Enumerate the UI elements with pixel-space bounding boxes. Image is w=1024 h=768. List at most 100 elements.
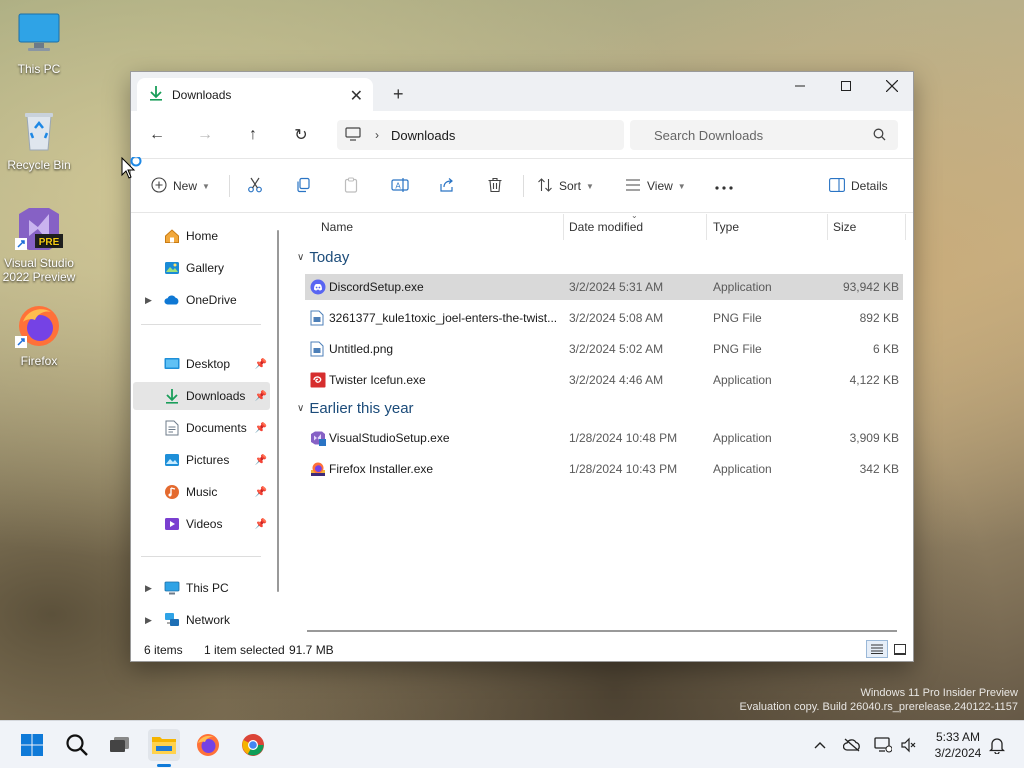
- tab-downloads[interactable]: Downloads ✕: [137, 78, 373, 111]
- nav-item-home[interactable]: Home: [133, 222, 270, 250]
- breadcrumb-downloads[interactable]: Downloads: [391, 128, 455, 143]
- task-view-button[interactable]: [103, 729, 135, 761]
- back-button[interactable]: ←: [146, 124, 168, 146]
- nav-item-network[interactable]: ▶ Network: [133, 606, 270, 634]
- file-row[interactable]: VisualStudioSetup.exe 1/28/2024 10:48 PM…: [305, 425, 903, 451]
- up-button[interactable]: ↑: [242, 124, 264, 146]
- nav-label: Videos: [186, 517, 223, 531]
- nav-item-pictures[interactable]: Pictures 📌: [133, 446, 270, 474]
- file-row[interactable]: DiscordSetup.exe 3/2/2024 5:31 AM Applic…: [305, 274, 903, 300]
- share-button[interactable]: [439, 171, 455, 201]
- column-divider[interactable]: [706, 214, 707, 240]
- chrome-taskbar-button[interactable]: [237, 729, 269, 761]
- minimize-button[interactable]: [777, 72, 823, 100]
- desktop-icon-firefox[interactable]: Firefox: [0, 302, 78, 368]
- desktop-icon-recycle-bin[interactable]: Recycle Bin: [0, 106, 78, 172]
- onedrive-tray-button[interactable]: [841, 735, 863, 755]
- nav-item-desktop[interactable]: Desktop 📌: [133, 350, 270, 378]
- chevron-right-icon[interactable]: ▶: [145, 583, 152, 594]
- column-header-size[interactable]: Size: [833, 214, 856, 240]
- download-arrow-icon: [164, 388, 180, 404]
- document-icon: [164, 420, 180, 436]
- nav-item-onedrive[interactable]: ▶ OneDrive: [133, 286, 270, 314]
- chevron-right-icon[interactable]: ▶: [145, 615, 152, 626]
- tiles-view-icon: [894, 643, 906, 655]
- column-divider[interactable]: [905, 214, 906, 240]
- watermark-line: Evaluation copy. Build 26040.rs_prerelea…: [739, 701, 1018, 713]
- nav-item-downloads[interactable]: Downloads 📌: [133, 382, 270, 410]
- nav-item-gallery[interactable]: Gallery: [133, 254, 270, 282]
- nav-item-music[interactable]: Music 📌: [133, 478, 270, 506]
- details-pane-button[interactable]: Details: [829, 171, 888, 201]
- column-label: Type: [713, 220, 740, 234]
- notifications-button[interactable]: [986, 735, 1008, 755]
- column-divider[interactable]: [563, 214, 564, 240]
- sort-arrows-icon: [537, 177, 553, 196]
- show-hidden-icons-button[interactable]: [809, 735, 831, 755]
- column-divider[interactable]: [827, 214, 828, 240]
- file-date: 1/28/2024 10:43 PM: [569, 462, 678, 476]
- firefox-installer-icon: [310, 461, 326, 477]
- clock[interactable]: 5:33 AM 3/2/2024: [928, 729, 988, 761]
- column-header-name[interactable]: Name: [321, 214, 353, 240]
- file-row[interactable]: Twister Icefun.exe 3/2/2024 4:46 AM Appl…: [305, 367, 903, 393]
- nav-item-documents[interactable]: Documents 📌: [133, 414, 270, 442]
- nav-item-videos[interactable]: Videos 📌: [133, 510, 270, 538]
- rename-button[interactable]: A: [391, 171, 409, 201]
- maximize-button[interactable]: [823, 72, 869, 100]
- cut-button[interactable]: [247, 171, 263, 201]
- pin-icon[interactable]: 📌: [255, 487, 267, 498]
- chevron-right-icon[interactable]: ▶: [145, 295, 152, 306]
- file-date: 3/2/2024 5:02 AM: [569, 342, 664, 356]
- volume-tray-button[interactable]: [898, 735, 920, 755]
- monitor-icon: [345, 126, 361, 144]
- copy-button[interactable]: [295, 171, 311, 201]
- network-tray-button[interactable]: [872, 735, 894, 755]
- file-size: 892 KB: [859, 311, 899, 325]
- close-tab-icon[interactable]: ✕: [350, 86, 363, 106]
- address-field[interactable]: › Downloads: [337, 120, 624, 150]
- file-row[interactable]: Firefox Installer.exe 1/28/2024 10:43 PM…: [305, 456, 903, 482]
- visual-studio-icon: [310, 430, 326, 446]
- pin-icon[interactable]: 📌: [255, 359, 267, 370]
- large-icons-view-button[interactable]: [891, 640, 909, 658]
- refresh-button[interactable]: ↻: [290, 124, 312, 146]
- pin-icon[interactable]: 📌: [255, 519, 267, 530]
- column-header-type[interactable]: Type: [713, 214, 739, 240]
- nav-scrollbar[interactable]: [277, 230, 279, 592]
- search-icon: [66, 734, 88, 756]
- search-taskbar-button[interactable]: [61, 729, 93, 761]
- chrome-icon: [242, 734, 264, 756]
- more-dots-icon: [715, 179, 733, 193]
- sort-button[interactable]: Sort ▼: [537, 171, 594, 201]
- chevron-down-icon: ∨: [297, 252, 305, 263]
- see-more-button[interactable]: [715, 171, 733, 201]
- file-size: 6 KB: [872, 342, 899, 356]
- start-button[interactable]: [16, 729, 48, 761]
- file-row[interactable]: 3261377_kule1toxic_joel-enters-the-twist…: [305, 305, 903, 331]
- forward-button[interactable]: →: [194, 124, 216, 146]
- nav-item-this-pc[interactable]: ▶ This PC: [133, 574, 270, 602]
- firefox-taskbar-button[interactable]: [192, 729, 224, 761]
- view-button[interactable]: View ▼: [625, 171, 686, 201]
- paste-button[interactable]: [343, 171, 359, 201]
- horizontal-scrollbar[interactable]: [307, 630, 897, 632]
- desktop-icon-visual-studio[interactable]: PRE Visual Studio 2022 Preview: [0, 204, 78, 284]
- file-row[interactable]: Untitled.png 3/2/2024 5:02 AM PNG File 6…: [305, 336, 903, 362]
- new-tab-icon[interactable]: +: [393, 84, 404, 105]
- pin-icon[interactable]: 📌: [255, 423, 267, 434]
- details-view-button[interactable]: [866, 640, 888, 658]
- file-explorer-taskbar-button[interactable]: [148, 729, 180, 767]
- search-input[interactable]: Search Downloads: [630, 120, 898, 150]
- close-window-button[interactable]: [869, 72, 915, 100]
- pictures-icon: [164, 452, 180, 468]
- desktop-icon-label: Firefox: [20, 354, 58, 368]
- delete-button[interactable]: [487, 171, 503, 201]
- pin-icon[interactable]: 📌: [255, 391, 267, 402]
- new-button[interactable]: New ▼: [151, 171, 210, 201]
- pin-icon[interactable]: 📌: [255, 455, 267, 466]
- desktop-icon-this-pc[interactable]: This PC: [0, 10, 78, 76]
- group-header-earlier-this-year[interactable]: ∨ Earlier this year: [297, 400, 414, 417]
- group-header-today[interactable]: ∨ Today: [297, 249, 349, 266]
- details-pane-icon: [829, 177, 845, 195]
